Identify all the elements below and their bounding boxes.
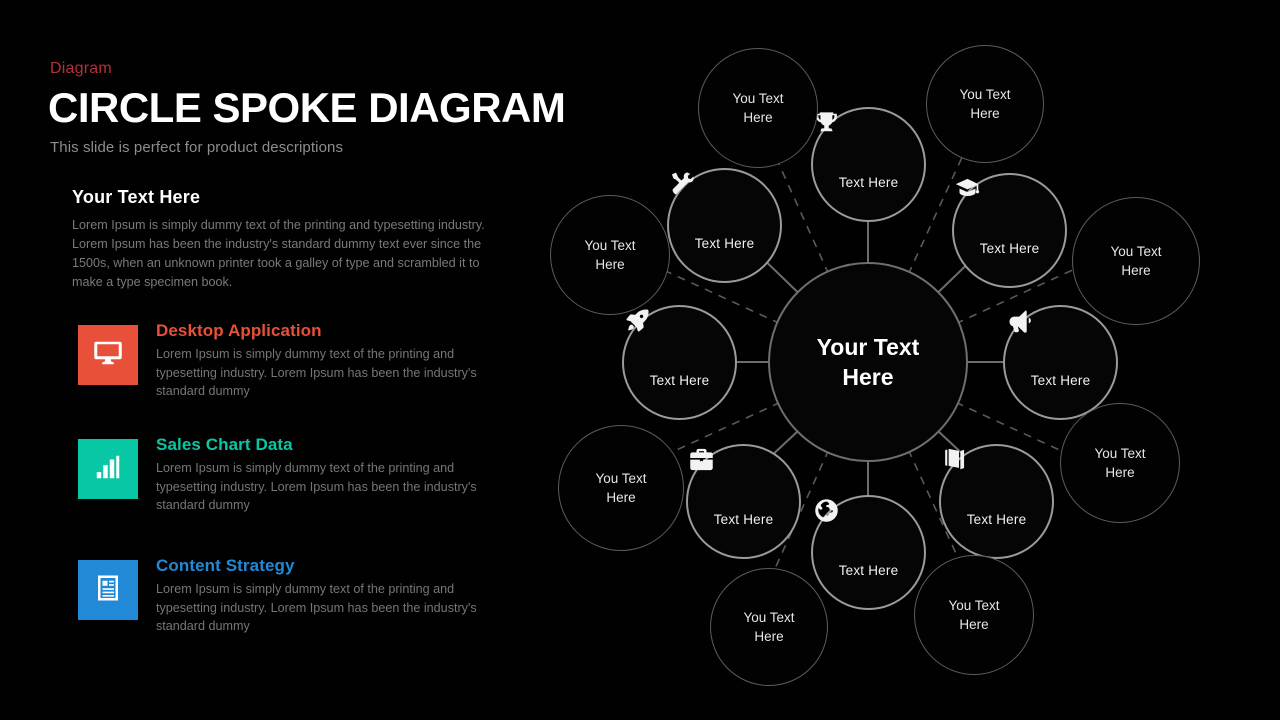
hub-label-line1: Your Text xyxy=(816,334,920,360)
inner-node-globe[interactable]: Text Here xyxy=(811,495,926,610)
monitor-icon xyxy=(93,338,123,373)
feature-badge xyxy=(78,560,138,620)
feature-title: Sales Chart Data xyxy=(156,435,293,454)
outer-node-label-line2: Here xyxy=(970,106,1000,121)
document-icon xyxy=(93,573,123,608)
outer-node-label-line1: You Text xyxy=(948,598,1000,613)
intro-body: Lorem Ipsum is simply dummy text of the … xyxy=(72,218,485,289)
outer-node-label-line1: You Text xyxy=(1110,244,1162,259)
circle-spoke-diagram: Your Text Here Text Here Text Here Text … xyxy=(530,0,1280,720)
page-title: CIRCLE SPOKE DIAGRAM xyxy=(48,84,566,131)
feature-body: Lorem Ipsum is simply dummy text of the … xyxy=(156,461,477,512)
inner-node-label: Text Here xyxy=(1030,373,1091,388)
inner-node-label: Text Here xyxy=(838,175,899,190)
outer-node-label-line2: Here xyxy=(606,490,636,505)
feature-badge xyxy=(78,325,138,385)
outer-node-5[interactable]: You Text Here xyxy=(914,555,1034,675)
feature-body: Lorem Ipsum is simply dummy text of the … xyxy=(156,582,477,633)
page-subtitle: This slide is perfect for product descri… xyxy=(50,139,344,156)
feature-item-content-strategy[interactable]: Content Strategy Lorem Ipsum is simply d… xyxy=(78,556,518,633)
inner-node-label: Text Here xyxy=(649,373,710,388)
inner-node-label: Text Here xyxy=(713,512,774,527)
inner-node-label: Text Here xyxy=(966,512,1027,527)
feature-body: Lorem Ipsum is simply dummy text of the … xyxy=(156,347,477,398)
outer-node-2[interactable]: You Text Here xyxy=(926,45,1044,163)
feature-item-sales-chart-data[interactable]: Sales Chart Data Lorem Ipsum is simply d… xyxy=(78,435,518,512)
slide-root: Diagram CIRCLE SPOKE DIAGRAM This slide … xyxy=(0,0,1280,720)
inner-node-label: Text Here xyxy=(979,241,1040,256)
outer-node-label-line1: You Text xyxy=(1094,446,1146,461)
inner-node-graduation-cap[interactable]: Text Here xyxy=(952,173,1067,288)
feature-title: Content Strategy xyxy=(156,556,295,575)
inner-node-book[interactable]: Text Here xyxy=(939,444,1054,559)
outer-node-label-line1: You Text xyxy=(959,87,1011,102)
outer-node-label-line2: Here xyxy=(959,617,989,632)
outer-node-label-line2: Here xyxy=(743,110,773,125)
inner-node-label: Text Here xyxy=(694,236,755,251)
outer-node-label-line1: You Text xyxy=(595,471,647,486)
outer-node-label-line1: You Text xyxy=(732,91,784,106)
outer-node-label-line2: Here xyxy=(595,257,625,272)
hub-label-line2: Here xyxy=(842,364,894,390)
outer-node-8[interactable]: You Text Here xyxy=(550,195,670,315)
outer-node-label-line1: You Text xyxy=(584,238,636,253)
inner-node-trophy[interactable]: Text Here xyxy=(811,107,926,222)
kicker-label: Diagram xyxy=(50,60,112,77)
left-content-panel: Diagram CIRCLE SPOKE DIAGRAM This slide … xyxy=(0,0,566,720)
outer-node-label-line2: Here xyxy=(1121,263,1151,278)
outer-node-7[interactable]: You Text Here xyxy=(558,425,684,551)
inner-node-rocket[interactable]: Text Here xyxy=(622,305,737,420)
outer-node-label-line2: Here xyxy=(754,629,784,644)
outer-node-4[interactable]: You Text Here xyxy=(1060,403,1180,523)
feature-title: Desktop Application xyxy=(156,321,322,340)
feature-badge xyxy=(78,439,138,499)
inner-node-tools[interactable]: Text Here xyxy=(667,168,782,283)
bar-chart-icon xyxy=(93,452,123,487)
outer-node-6[interactable]: You Text Here xyxy=(710,568,828,686)
feature-item-desktop-application[interactable]: Desktop Application Lorem Ipsum is simpl… xyxy=(78,321,518,398)
hub-node[interactable]: Your Text Here xyxy=(768,262,968,462)
outer-node-1[interactable]: You Text Here xyxy=(698,48,818,168)
outer-node-label-line2: Here xyxy=(1105,465,1135,480)
inner-node-briefcase[interactable]: Text Here xyxy=(686,444,801,559)
outer-node-3[interactable]: You Text Here xyxy=(1072,197,1200,325)
intro-heading: Your Text Here xyxy=(72,187,201,207)
outer-node-label-line1: You Text xyxy=(743,610,795,625)
inner-node-megaphone[interactable]: Text Here xyxy=(1003,305,1118,420)
inner-node-label: Text Here xyxy=(838,563,899,578)
